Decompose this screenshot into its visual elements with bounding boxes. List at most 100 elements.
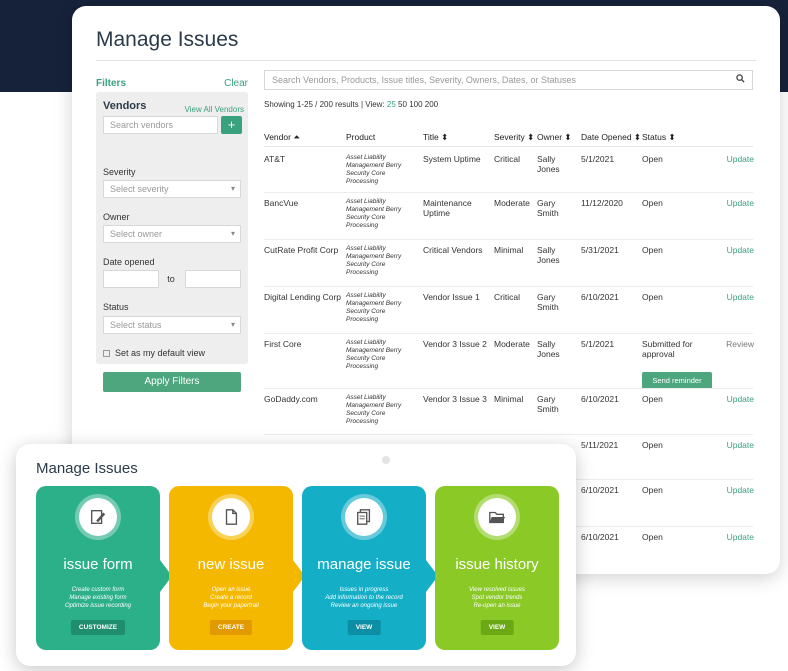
status-cell: Open <box>642 245 663 255</box>
step-button[interactable]: VIEW <box>480 620 514 635</box>
severity-cell: Critical <box>494 154 520 164</box>
page-title: Manage Issues <box>96 28 239 51</box>
row-divider <box>264 239 753 240</box>
date-cell: 6/10/2021 <box>581 485 619 495</box>
owner-label: Owner <box>103 212 130 222</box>
row-action-link[interactable]: Update <box>724 245 754 255</box>
product-cell: Asset Liability Management Berry Securit… <box>346 198 402 229</box>
date-cell: 11/12/2020 <box>581 198 623 208</box>
workflow-title: Manage Issues <box>36 460 138 477</box>
view-50-link[interactable]: 50 <box>398 100 407 109</box>
filter-panel: Vendors View All Vendors Search vendors … <box>96 92 248 364</box>
step-description: Issues in progress Add information to the… <box>302 586 426 610</box>
step-description: Open an issue Create a record Begin your p… <box>169 586 293 610</box>
row-divider <box>264 333 753 334</box>
view-200-link[interactable]: 200 <box>425 100 438 109</box>
send-reminder-button[interactable]: Send reminder <box>642 372 712 389</box>
date-from-input[interactable] <box>103 270 159 288</box>
header-severity[interactable]: Severity ⬍ <box>494 132 534 143</box>
row-action-link[interactable]: Update <box>724 154 754 164</box>
step-button[interactable]: CUSTOMIZE <box>70 620 126 635</box>
step-description-line: Create custom form <box>71 587 125 593</box>
filters-header: Filters Clear <box>96 78 248 89</box>
step-description-line: Re-open an issue <box>473 603 521 609</box>
vendor-cell: CutRate Profit Corp <box>264 245 339 255</box>
owner-select[interactable]: Select owner <box>103 225 241 243</box>
row-action-link[interactable]: Update <box>724 292 754 302</box>
header-divider <box>264 146 753 147</box>
clear-filters-link[interactable]: Clear <box>224 78 248 89</box>
step-description-line: Begin your papertrail <box>203 603 259 609</box>
add-vendor-button[interactable]: + <box>221 116 242 134</box>
date-cell: 5/11/2021 <box>581 440 619 450</box>
view-all-vendors-link[interactable]: View All Vendors <box>185 105 244 114</box>
step-description-line: Optimize issue recording <box>64 603 132 609</box>
new-document-icon <box>212 498 250 536</box>
step-name: issue history <box>455 556 539 573</box>
workflow-step: issue form Create custom form Manage exist… <box>36 486 160 650</box>
severity-select[interactable]: Select severity <box>103 180 241 198</box>
owner-cell: Gary Smith <box>537 198 559 218</box>
vendor-cell: Digital Lending Corp <box>264 292 342 302</box>
workflow-step: manage issue Issues in progress Add inform… <box>302 486 426 650</box>
step-description-line: View resolved issues <box>469 587 525 593</box>
workflow-step: new issue Open an issue Create a record Beg… <box>169 486 293 650</box>
search-placeholder: Search Vendors, Products, Issue titles, … <box>272 75 576 85</box>
owner-cell: Sally Jones <box>537 154 560 174</box>
date-to-input[interactable] <box>185 270 241 288</box>
date-cell: 5/1/2021 <box>581 154 615 164</box>
vendor-cell: BancVue <box>264 198 299 208</box>
row-action-link[interactable]: Review <box>724 339 754 349</box>
row-action-link[interactable]: Update <box>724 440 754 450</box>
apply-filters-button[interactable]: Apply Filters <box>103 372 241 392</box>
title-cell: Critical Vendors <box>423 245 483 255</box>
checkbox-box[interactable] <box>103 350 110 358</box>
status-select[interactable]: Select status <box>103 316 241 334</box>
header-owner[interactable]: Owner ⬍ <box>537 132 572 143</box>
view-100-link[interactable]: 100 <box>409 100 422 109</box>
search-icon[interactable] <box>736 74 745 85</box>
severity-cell: Moderate <box>494 339 530 349</box>
edit-form-icon <box>79 498 117 536</box>
status-cell: Open <box>642 394 663 404</box>
title-cell: Maintenance Uptime <box>423 198 472 218</box>
header-status[interactable]: Status ⬍ <box>642 132 676 143</box>
view-25-link[interactable]: 25 <box>387 100 396 109</box>
header-vendor[interactable]: Vendor ⏶ <box>264 132 300 143</box>
workflow-card: Manage Issues issue form Create custom fo… <box>16 444 576 666</box>
vendor-cell: First Core <box>264 339 302 349</box>
open-folder-icon <box>478 498 516 536</box>
header-title[interactable]: Title ⬍ <box>423 132 448 143</box>
step-description-line: Manage existing form <box>69 595 127 601</box>
step-button[interactable]: VIEW <box>347 620 381 635</box>
date-cell: 5/1/2021 <box>581 339 615 349</box>
product-cell: Asset Liability Management Berry Securit… <box>346 339 402 370</box>
header-date-opened[interactable]: Date Opened ⬍ <box>581 132 641 143</box>
severity-cell: Minimal <box>494 245 524 255</box>
default-view-checkbox[interactable]: Set as my default view <box>103 348 205 358</box>
title-cell: Vendor Issue 1 <box>423 292 480 302</box>
documents-icon <box>345 498 383 536</box>
vendor-search-input[interactable]: Search vendors <box>103 116 218 134</box>
search-input[interactable]: Search Vendors, Products, Issue titles, … <box>264 70 753 90</box>
owner-cell: Sally Jones <box>537 339 560 359</box>
decorative-dot <box>382 456 390 464</box>
status-cell: Open <box>642 485 663 495</box>
date-to-label: to <box>167 274 175 284</box>
date-opened-label: Date opened <box>103 257 155 267</box>
step-name: manage issue <box>317 556 411 573</box>
row-action-link[interactable]: Update <box>724 532 754 542</box>
owner-cell: Sally Jones <box>537 245 560 265</box>
row-action-link[interactable]: Update <box>724 485 754 495</box>
row-divider <box>264 388 753 389</box>
status-cell: Open <box>642 154 663 164</box>
severity-cell: Moderate <box>494 198 530 208</box>
row-action-link[interactable]: Update <box>724 394 754 404</box>
step-description-line: Open an issue <box>211 587 251 593</box>
status-cell: Submitted for approval <box>642 339 693 359</box>
row-divider <box>264 192 753 193</box>
filters-label: Filters <box>96 78 127 89</box>
step-button[interactable]: CREATE <box>209 620 253 635</box>
severity-label: Severity <box>103 167 136 177</box>
row-action-link[interactable]: Update <box>724 198 754 208</box>
